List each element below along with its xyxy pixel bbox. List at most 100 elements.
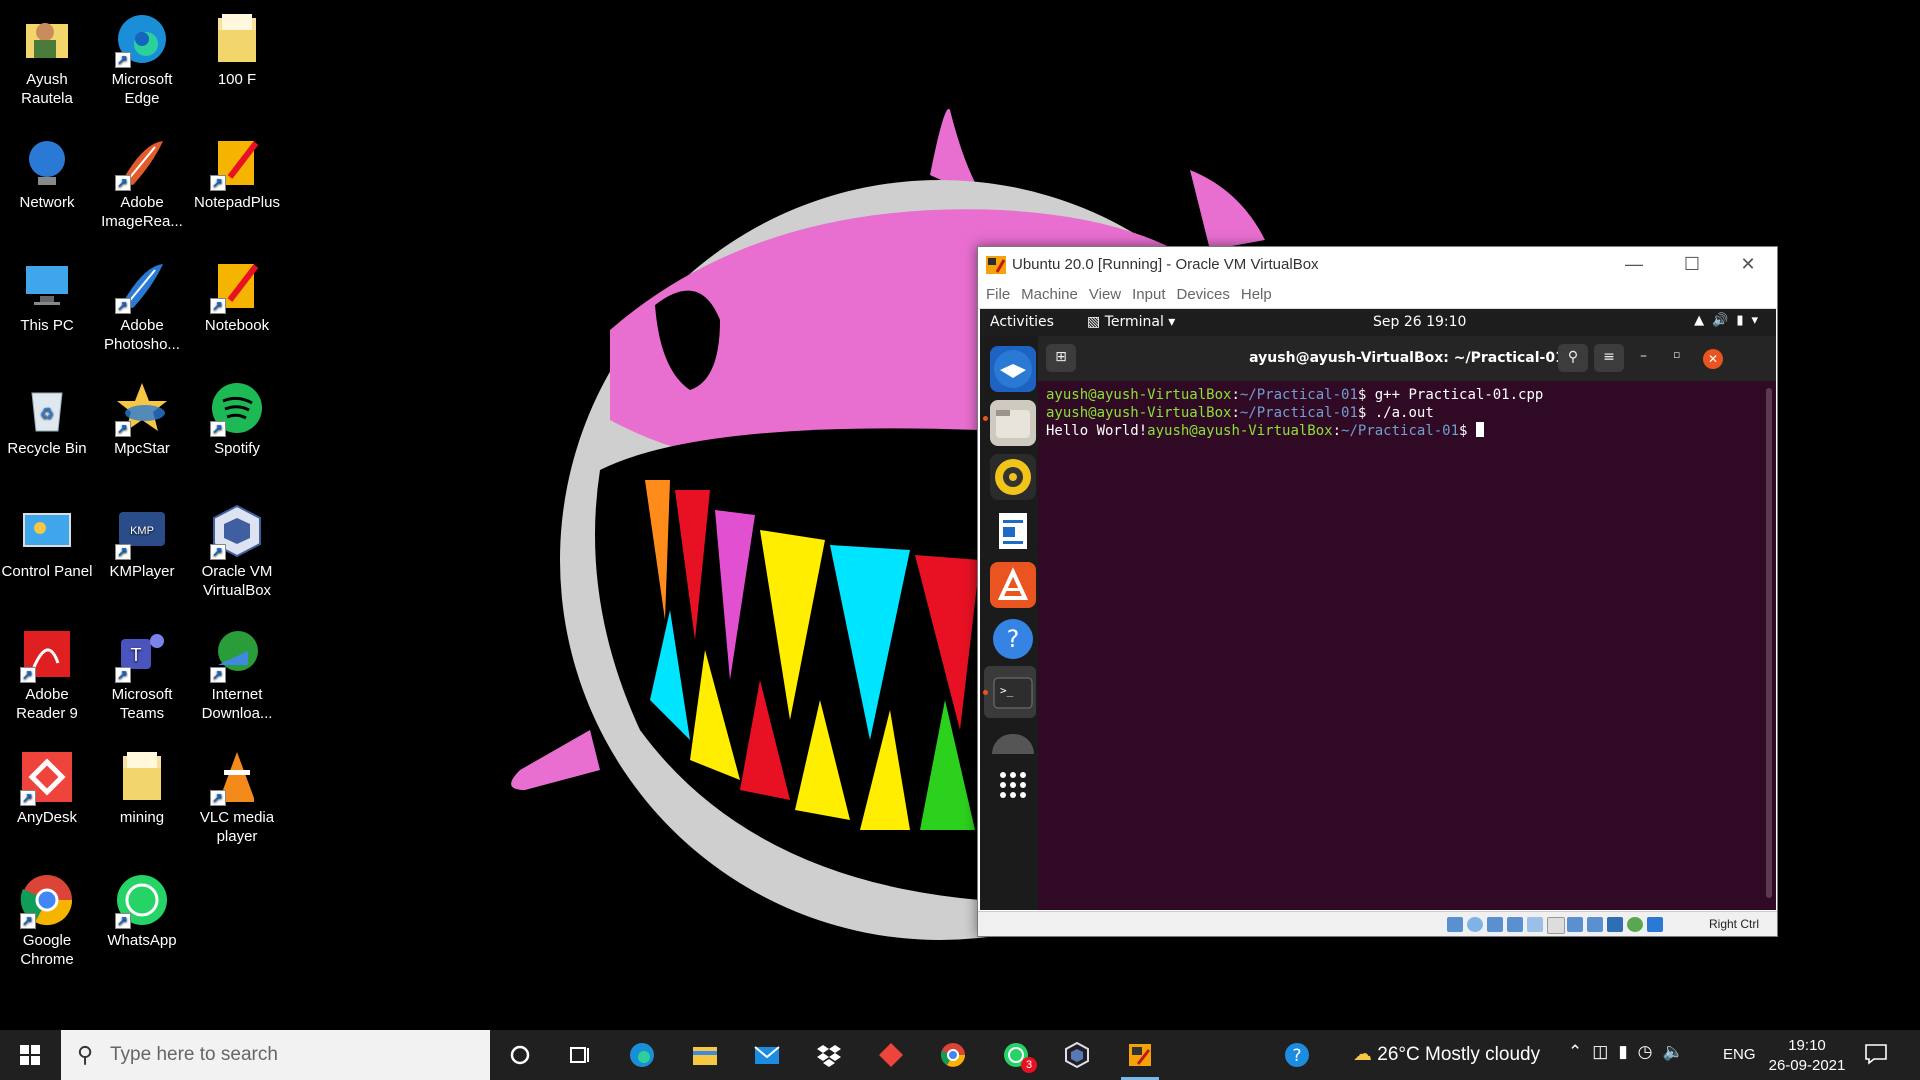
terminal-window[interactable]: ⊞ ayush@ayush-VirtualBox: ~/Practical-01… — [1038, 336, 1776, 910]
desktop-icon[interactable]: mining — [96, 744, 188, 827]
desktop-icon[interactable]: Adobe ImageRea... — [96, 129, 188, 231]
volume-icon[interactable]: 🔈 — [1663, 1042, 1694, 1061]
taskbar-search-box[interactable]: ⚲ Type here to search — [61, 1030, 490, 1080]
mouse-integration-icon[interactable] — [1627, 917, 1643, 932]
close-button[interactable]: ✕ — [1719, 247, 1777, 283]
audio-icon[interactable] — [1487, 917, 1503, 932]
desktop-icon[interactable]: WhatsApp — [96, 867, 188, 950]
terminal-minimize-icon[interactable]: – — [1640, 348, 1647, 364]
desktop-icon[interactable]: Adobe Photosho... — [96, 252, 188, 354]
start-button[interactable] — [0, 1030, 60, 1080]
shortcut-arrow-icon — [20, 665, 36, 684]
menu-devices[interactable]: Devices — [1177, 283, 1230, 307]
terminal-restore-icon[interactable]: ▫ — [1673, 348, 1680, 361]
desktop-icon[interactable]: 100 F — [191, 6, 283, 89]
maximize-button[interactable]: ☐ — [1663, 247, 1721, 283]
desktop-icon[interactable]: Google Chrome — [1, 867, 93, 969]
video-capture-icon[interactable] — [1587, 917, 1603, 932]
desktop-icon[interactable]: Microsoft Edge — [96, 6, 188, 108]
optical-drive-icon[interactable] — [1467, 917, 1483, 932]
taskbar-edge[interactable] — [613, 1030, 671, 1080]
taskbar-dropbox[interactable] — [800, 1030, 858, 1080]
dvd-icon[interactable] — [992, 734, 1034, 754]
rhythmbox-icon[interactable] — [990, 454, 1036, 500]
libreoffice-writer-icon[interactable] — [990, 508, 1036, 554]
terminal-headerbar[interactable]: ⊞ ayush@ayush-VirtualBox: ~/Practical-01… — [1038, 336, 1776, 381]
desktop-icon[interactable]: Notebook — [191, 252, 283, 335]
gnome-system-tray[interactable]: ▲🔊▮▾ — [1694, 313, 1766, 328]
desktop-icon-label: mining — [119, 809, 165, 826]
desktop-icon[interactable]: Ayush Rautela — [1, 6, 93, 108]
search-icon[interactable]: ⚲ — [1558, 344, 1588, 372]
virtualbox-vm-icon — [1129, 1044, 1151, 1066]
virtualbox-window[interactable]: Ubuntu 20.0 [Running] - Oracle VM Virtua… — [977, 246, 1778, 937]
terminal-scrollbar[interactable] — [1766, 388, 1772, 898]
battery-icon[interactable]: ▮ — [1618, 1042, 1637, 1061]
desktop-icon[interactable]: Internet Downloa... — [191, 621, 283, 723]
language-indicator[interactable]: ENG — [1723, 1046, 1756, 1063]
desktop-icon[interactable]: Network — [1, 129, 93, 212]
desktop-icon[interactable]: NotepadPlus — [191, 129, 283, 212]
taskbar-anydesk[interactable] — [862, 1030, 920, 1080]
desktop-icon[interactable]: Adobe Reader 9 — [1, 621, 93, 723]
menu-machine[interactable]: Machine — [1021, 283, 1078, 307]
taskbar-virtualbox[interactable] — [1048, 1030, 1106, 1080]
usb-icon[interactable] — [1527, 917, 1543, 932]
network-adapter-icon[interactable] — [1507, 917, 1523, 932]
taskbar-help[interactable]: ? — [1268, 1030, 1326, 1080]
desktop-icon[interactable]: VLC media player — [191, 744, 283, 846]
desktop-icon[interactable]: Oracle VM VirtualBox — [191, 498, 283, 600]
shared-folders-icon[interactable] — [1547, 917, 1565, 934]
notification-center-icon[interactable] — [1864, 1043, 1888, 1065]
desktop-icon[interactable]: ♻ Recycle Bin — [1, 375, 93, 458]
taskbar-clock[interactable]: 19:10 26-09-2021 — [1764, 1036, 1850, 1076]
taskbar-vbox-running[interactable] — [1111, 1030, 1169, 1080]
desktop-icon-label: This PC — [20, 317, 74, 334]
chevron-up-icon[interactable]: ⌃ — [1568, 1042, 1592, 1061]
taskbar-chrome[interactable] — [924, 1030, 982, 1080]
taskbar-mail[interactable] — [738, 1030, 796, 1080]
task-view-button[interactable] — [551, 1030, 609, 1080]
ubuntu-software-icon[interactable] — [990, 562, 1036, 608]
gnome-clock[interactable]: Sep 26 19:10 — [1373, 314, 1466, 330]
minimize-button[interactable]: — — [1605, 247, 1663, 283]
activities-button[interactable]: Activities — [990, 314, 1054, 330]
usb-device-icon[interactable]: ◫ — [1592, 1042, 1618, 1061]
wifi-icon[interactable]: ◷ — [1638, 1042, 1663, 1061]
system-tray: ⌃◫▮◷🔈 — [1568, 1042, 1694, 1062]
desktop-icon[interactable]: T Microsoft Teams — [96, 621, 188, 723]
cortana-button[interactable] — [491, 1030, 549, 1080]
display-icon[interactable] — [1567, 917, 1583, 932]
app-menu-terminal[interactable]: ▧ Terminal ▾ — [1087, 314, 1175, 330]
desktop-icon[interactable]: Control Panel — [1, 498, 93, 581]
vt-x-icon[interactable] — [1607, 917, 1623, 932]
taskbar-whatsapp[interactable]: 3 — [987, 1030, 1045, 1080]
keyboard-capture-icon[interactable] — [1647, 917, 1663, 932]
menu-view[interactable]: View — [1089, 283, 1121, 307]
menu-help[interactable]: Help — [1241, 283, 1272, 307]
desktop-icon[interactable]: This PC — [1, 252, 93, 335]
desktop-icon[interactable]: Spotify — [191, 375, 283, 458]
taskbar-file-explorer[interactable] — [676, 1030, 734, 1080]
menu-input[interactable]: Input — [1132, 283, 1165, 307]
weather-widget[interactable]: ☁ 26°C Mostly cloudy — [1353, 1043, 1540, 1066]
files-icon[interactable] — [990, 400, 1036, 446]
help-icon[interactable]: ? — [990, 616, 1036, 662]
window-titlebar[interactable]: Ubuntu 20.0 [Running] - Oracle VM Virtua… — [978, 247, 1777, 283]
weather-text: 26°C Mostly cloudy — [1377, 1044, 1541, 1065]
shortcut-arrow-icon — [115, 665, 131, 684]
show-applications-icon[interactable] — [990, 762, 1036, 808]
thunderbird-icon[interactable] — [990, 346, 1036, 392]
hdd-icon[interactable] — [1447, 917, 1463, 932]
desktop-icon-label: Oracle VM VirtualBox — [201, 563, 273, 599]
hamburger-menu-icon[interactable]: ≡ — [1594, 344, 1624, 372]
terminal-icon[interactable]: >_ — [990, 670, 1036, 716]
menu-file[interactable]: File — [986, 283, 1010, 307]
desktop-icon[interactable]: KMP KMPlayer — [96, 498, 188, 581]
desktop-icon[interactable]: MpcStar — [96, 375, 188, 458]
terminal-output[interactable]: ayush@ayush-VirtualBox:~/Practical-01$ g… — [1038, 381, 1776, 445]
ubuntu-screen[interactable]: Activities ▧ Terminal ▾ Sep 26 19:10 ▲🔊▮… — [980, 309, 1776, 910]
desktop-icon-label: Microsoft Edge — [111, 71, 173, 107]
desktop-icon[interactable]: AnyDesk — [1, 744, 93, 827]
terminal-close-icon[interactable]: ✕ — [1703, 349, 1723, 369]
